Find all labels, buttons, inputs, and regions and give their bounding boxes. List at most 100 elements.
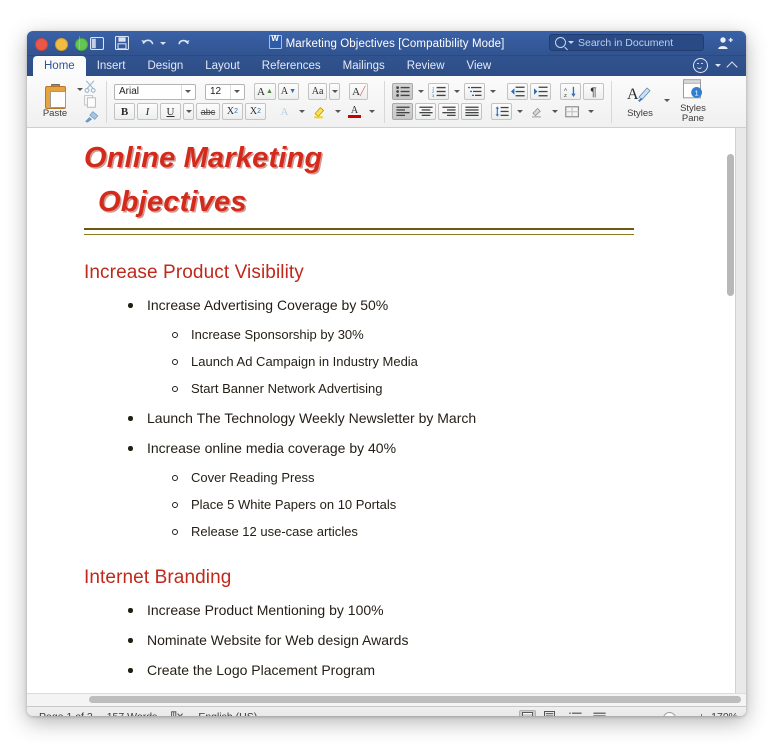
paste-dropdown-caret-icon[interactable] bbox=[77, 88, 83, 91]
zoom-control: − + 170% bbox=[619, 711, 738, 716]
font-name-caret-icon[interactable] bbox=[181, 84, 195, 99]
document-title: Online Marketing Objectives bbox=[84, 128, 705, 224]
web-layout-view-icon[interactable] bbox=[543, 710, 560, 716]
collapse-ribbon-icon[interactable] bbox=[726, 60, 738, 73]
tab-mailings[interactable]: Mailings bbox=[332, 56, 396, 76]
align-right-icon bbox=[441, 106, 456, 116]
numbered-list-caret-icon[interactable] bbox=[451, 83, 462, 100]
zoom-level-label[interactable]: 170% bbox=[710, 711, 738, 716]
font-color-button[interactable]: A bbox=[345, 103, 364, 120]
vertical-scrollbar-track[interactable] bbox=[727, 128, 740, 693]
text-effects-button[interactable]: A bbox=[275, 103, 294, 120]
grow-font-button[interactable]: A ▲ bbox=[254, 83, 276, 100]
page-info[interactable]: Page 1 of 2 bbox=[39, 711, 93, 716]
show-formatting-marks-button[interactable]: ¶ bbox=[583, 83, 604, 100]
change-case-caret-icon[interactable] bbox=[329, 83, 341, 100]
italic-button[interactable]: I bbox=[137, 103, 158, 120]
horizontal-scrollbar-track[interactable] bbox=[27, 693, 746, 706]
justify-button[interactable] bbox=[461, 103, 482, 120]
horizontal-scrollbar-thumb[interactable] bbox=[89, 696, 741, 703]
line-spacing-button[interactable] bbox=[491, 103, 512, 120]
text-effects-caret-icon[interactable] bbox=[296, 103, 307, 120]
align-left-button[interactable] bbox=[392, 103, 413, 120]
spell-check-icon[interactable] bbox=[171, 711, 184, 716]
bold-button[interactable]: B bbox=[114, 103, 135, 120]
zoom-slider-handle[interactable] bbox=[662, 711, 676, 716]
tab-insert[interactable]: Insert bbox=[86, 56, 137, 76]
paste-button[interactable]: Paste bbox=[34, 76, 76, 127]
multilevel-list-button[interactable] bbox=[464, 83, 485, 100]
word-application-window: Marketing Objectives [Compatibility Mode… bbox=[27, 31, 746, 716]
paragraph-row-2 bbox=[392, 103, 604, 120]
underline-caret-icon[interactable] bbox=[183, 103, 194, 120]
highlight-button[interactable] bbox=[309, 103, 330, 120]
change-case-button[interactable]: Aa bbox=[308, 83, 328, 100]
bulleted-list-caret-icon[interactable] bbox=[415, 83, 426, 100]
smiley-feedback-icon[interactable] bbox=[693, 58, 708, 73]
zoom-out-button[interactable]: − bbox=[619, 711, 626, 716]
tab-design[interactable]: Design bbox=[136, 56, 194, 76]
document-page[interactable]: Online Marketing Objectives Increase Pro… bbox=[27, 128, 736, 693]
draft-view-icon[interactable] bbox=[591, 710, 608, 716]
align-right-button[interactable] bbox=[438, 103, 459, 120]
search-placeholder: Search in Document bbox=[578, 36, 674, 49]
shrink-font-arrow-icon: ▼ bbox=[289, 88, 297, 95]
increase-indent-icon bbox=[534, 86, 548, 97]
font-name-combobox[interactable]: Arial bbox=[114, 83, 196, 100]
styles-pane-button[interactable]: 1 Styles Pane bbox=[672, 76, 714, 127]
bulleted-list-icon bbox=[395, 86, 410, 97]
font-size-caret-icon[interactable] bbox=[230, 84, 244, 99]
styles-caret-icon[interactable] bbox=[661, 92, 672, 109]
subscript-button[interactable]: X2 bbox=[222, 103, 243, 120]
search-dropdown-caret-icon[interactable] bbox=[568, 41, 574, 44]
multilevel-list-caret-icon[interactable] bbox=[487, 83, 498, 100]
search-icon bbox=[555, 37, 566, 48]
zoom-slider[interactable] bbox=[630, 711, 693, 716]
underline-button[interactable]: U bbox=[160, 103, 181, 120]
share-person-icon[interactable] bbox=[717, 35, 733, 51]
subscript-sub: 2 bbox=[234, 108, 239, 115]
font-size-combobox[interactable]: 12 bbox=[205, 83, 245, 100]
underline-label: U bbox=[166, 105, 175, 118]
font-color-caret-icon[interactable] bbox=[366, 103, 377, 120]
print-layout-view-icon[interactable] bbox=[518, 710, 536, 716]
styles-gallery-icon: A bbox=[627, 86, 651, 103]
line-spacing-caret-icon[interactable] bbox=[514, 103, 525, 120]
list-item: Place 5 White Papers on 10 Portals bbox=[169, 497, 705, 513]
tab-layout[interactable]: Layout bbox=[194, 56, 251, 76]
outline-view-icon[interactable] bbox=[567, 710, 584, 716]
tab-references[interactable]: References bbox=[251, 56, 332, 76]
bulleted-list-button[interactable] bbox=[392, 83, 413, 100]
sort-button[interactable]: AZ bbox=[560, 83, 581, 100]
align-center-button[interactable] bbox=[415, 103, 436, 120]
scissors-cut-icon[interactable] bbox=[84, 80, 99, 94]
zoom-in-button[interactable]: + bbox=[698, 711, 705, 716]
tab-home[interactable]: Home bbox=[33, 56, 86, 76]
vertical-scrollbar-thumb[interactable] bbox=[727, 154, 734, 296]
tab-review[interactable]: Review bbox=[396, 56, 456, 76]
language-indicator[interactable]: English (US) bbox=[198, 711, 257, 716]
shrink-font-button[interactable]: A ▼ bbox=[277, 83, 300, 100]
highlight-caret-icon[interactable] bbox=[332, 103, 343, 120]
superscript-button[interactable]: X2 bbox=[245, 103, 266, 120]
superscript-sup: 2 bbox=[257, 108, 262, 115]
line-spacing-icon bbox=[495, 106, 509, 117]
strikethrough-button[interactable]: abc bbox=[196, 103, 220, 120]
decrease-indent-button[interactable] bbox=[507, 83, 528, 100]
styles-button[interactable]: A Styles bbox=[619, 76, 661, 127]
shading-button[interactable] bbox=[527, 103, 547, 120]
numbered-list-button[interactable]: 123 bbox=[428, 83, 449, 100]
search-input[interactable]: Search in Document bbox=[549, 34, 704, 51]
format-painter-icon[interactable] bbox=[84, 110, 99, 123]
list-item: Launch Ad Campaign in Industry Media bbox=[169, 354, 705, 370]
tab-view[interactable]: View bbox=[456, 56, 503, 76]
clear-formatting-button[interactable]: A ╱ bbox=[349, 83, 369, 100]
borders-button[interactable] bbox=[562, 103, 583, 120]
increase-indent-button[interactable] bbox=[530, 83, 551, 100]
borders-caret-icon[interactable] bbox=[585, 103, 596, 120]
copy-icon[interactable] bbox=[84, 95, 99, 108]
word-count[interactable]: 157 Words bbox=[107, 711, 158, 716]
feedback-dropdown-caret-icon[interactable] bbox=[715, 64, 721, 67]
list-item: Increase online media coverage by 40% Co… bbox=[125, 440, 705, 540]
shading-caret-icon[interactable] bbox=[549, 103, 560, 120]
